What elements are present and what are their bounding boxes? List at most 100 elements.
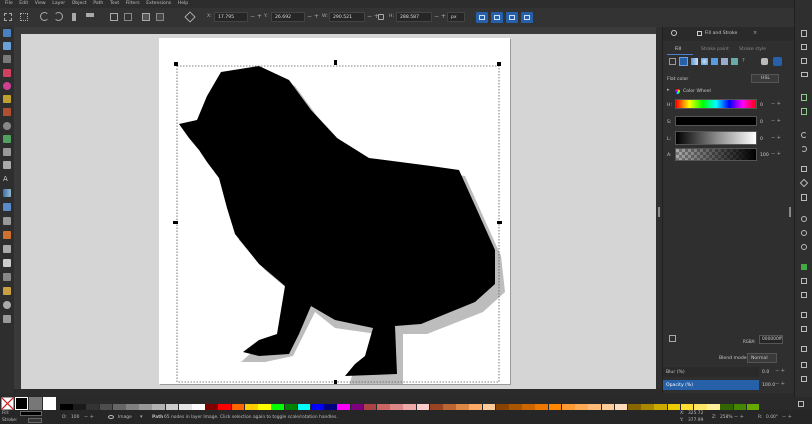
rgba-field[interactable]: 000000ff bbox=[759, 335, 783, 344]
h-field[interactable]: 288.587 bbox=[396, 12, 432, 22]
undo-icon[interactable] bbox=[801, 132, 807, 138]
print-icon[interactable] bbox=[801, 72, 808, 77]
eraser-tool-icon[interactable] bbox=[3, 259, 11, 267]
zoom-stepper[interactable]: − + bbox=[734, 414, 744, 420]
menu-extensions[interactable]: Extensions bbox=[146, 0, 171, 8]
slider-s-stepper[interactable]: − + bbox=[771, 118, 781, 124]
flip-horizontal-icon[interactable] bbox=[72, 13, 80, 21]
ungroup-icon[interactable] bbox=[801, 326, 807, 332]
paint-none-icon[interactable] bbox=[669, 58, 676, 65]
new-document-icon[interactable] bbox=[801, 30, 807, 37]
rotate-cw-icon[interactable] bbox=[54, 12, 63, 21]
color-model-select[interactable]: HSL bbox=[751, 74, 779, 83]
w-field[interactable]: 290.521 bbox=[329, 12, 365, 22]
chick-silhouette-artwork[interactable] bbox=[159, 38, 510, 384]
lower-icon[interactable] bbox=[124, 13, 132, 21]
paint-radial-gradient-icon[interactable] bbox=[701, 58, 708, 65]
group-icon[interactable] bbox=[801, 312, 807, 318]
import-icon[interactable] bbox=[801, 94, 807, 101]
y-stepper[interactable]: − + bbox=[307, 13, 319, 20]
measure-tool-icon[interactable] bbox=[3, 287, 11, 295]
copy-icon[interactable] bbox=[801, 166, 807, 172]
tab-fill[interactable]: Fill bbox=[675, 47, 681, 52]
menu-layer[interactable]: Layer bbox=[52, 0, 65, 8]
lightness-slider[interactable] bbox=[675, 131, 757, 145]
zoom-selection-icon[interactable] bbox=[801, 216, 807, 222]
dock-tab-title[interactable]: Fill and Stroke bbox=[705, 31, 737, 36]
scale-corners-button[interactable] bbox=[491, 12, 503, 23]
slider-h-stepper[interactable]: − + bbox=[771, 101, 781, 107]
slider-h-value[interactable]: 0 bbox=[760, 103, 763, 108]
hue-slider[interactable] bbox=[675, 99, 757, 109]
transform-icon[interactable] bbox=[184, 11, 196, 23]
current-layer-name[interactable]: Image bbox=[118, 415, 132, 420]
tweak-tool-icon[interactable] bbox=[3, 55, 11, 63]
paint-flat-icon[interactable] bbox=[679, 57, 688, 66]
redo-icon[interactable] bbox=[801, 146, 807, 152]
pen-tool-icon[interactable] bbox=[3, 148, 11, 156]
lower-bottom-icon[interactable] bbox=[156, 13, 164, 21]
dock-search-icon[interactable] bbox=[671, 30, 677, 36]
menu-object[interactable]: Object bbox=[72, 0, 87, 8]
color-wheel-expander-icon[interactable]: ▸ bbox=[667, 87, 670, 93]
paint-mesh-icon[interactable] bbox=[711, 58, 718, 65]
cut-icon[interactable] bbox=[799, 178, 809, 188]
star-tool-icon[interactable] bbox=[3, 95, 11, 103]
alpha-slider[interactable] bbox=[675, 148, 757, 161]
spiral-tool-icon[interactable] bbox=[3, 122, 11, 130]
zoom-value[interactable]: 258% bbox=[720, 415, 733, 420]
blur-stepper[interactable]: − + bbox=[775, 368, 785, 374]
flip-vertical-icon[interactable] bbox=[86, 13, 94, 21]
opacity-status-stepper[interactable]: − + bbox=[84, 414, 94, 420]
zoom-tool-icon[interactable] bbox=[3, 301, 11, 309]
menu-filters[interactable]: Filters bbox=[126, 0, 140, 8]
gradient-tool-icon[interactable] bbox=[3, 189, 11, 197]
unlink-clone-icon[interactable] bbox=[801, 292, 807, 298]
node-tool-icon[interactable] bbox=[3, 42, 11, 50]
slider-a-value[interactable]: 100 bbox=[760, 153, 769, 158]
menu-help[interactable]: Help bbox=[178, 0, 188, 8]
mesh-tool-icon[interactable] bbox=[3, 203, 11, 211]
menu-edit[interactable]: Edit bbox=[19, 0, 28, 8]
menu-file[interactable]: File bbox=[5, 0, 13, 8]
opacity-value[interactable]: 100.0 bbox=[762, 383, 775, 388]
y-field[interactable]: 26.692 bbox=[271, 12, 305, 22]
blur-value[interactable]: 0.0 bbox=[762, 370, 769, 375]
blend-mode-select[interactable]: Normal bbox=[747, 353, 777, 363]
connector-tool-icon[interactable] bbox=[3, 273, 11, 281]
paint-linear-gradient-icon[interactable] bbox=[691, 58, 698, 65]
slider-l-stepper[interactable]: − + bbox=[771, 135, 781, 141]
menu-view[interactable]: View bbox=[35, 0, 46, 8]
rotation-value[interactable]: 0.00° bbox=[766, 415, 778, 420]
grey-swatch[interactable] bbox=[29, 397, 42, 410]
select-same-icon[interactable] bbox=[20, 13, 28, 21]
calligraphy-tool-icon[interactable] bbox=[3, 161, 11, 169]
x-stepper[interactable]: − + bbox=[250, 13, 262, 20]
layer-visibility-icon[interactable] bbox=[108, 415, 114, 419]
select-all-icon[interactable] bbox=[4, 13, 12, 21]
align-icon[interactable] bbox=[801, 362, 807, 368]
h-stepper[interactable]: − + bbox=[434, 13, 446, 20]
slider-l-value[interactable]: 0 bbox=[760, 137, 763, 142]
3d-box-tool-icon[interactable] bbox=[3, 108, 11, 116]
move-gradients-button[interactable] bbox=[506, 12, 518, 23]
rotate-ccw-icon[interactable] bbox=[40, 12, 49, 21]
rotation-stepper[interactable]: − + bbox=[782, 414, 792, 420]
stroke-indicator-swatch[interactable] bbox=[28, 418, 42, 423]
selector-tool-icon[interactable] bbox=[3, 29, 11, 37]
ellipse-tool-icon[interactable] bbox=[3, 82, 11, 90]
x-field[interactable]: 17.795 bbox=[214, 12, 248, 22]
saturation-slider[interactable] bbox=[675, 116, 757, 126]
opacity-stepper[interactable]: − + bbox=[775, 381, 785, 387]
scrollbar-thumb[interactable] bbox=[658, 207, 660, 217]
spray-tool-icon[interactable] bbox=[3, 245, 11, 253]
menu-text[interactable]: Text bbox=[110, 0, 119, 8]
clone-icon[interactable] bbox=[801, 278, 807, 284]
white-swatch[interactable] bbox=[43, 397, 56, 410]
paint-pattern-icon[interactable] bbox=[721, 58, 728, 65]
save-document-icon[interactable] bbox=[801, 58, 807, 64]
fill-stroke-tab-icon[interactable] bbox=[697, 31, 702, 36]
picker-icon[interactable] bbox=[669, 335, 676, 342]
raise-icon[interactable] bbox=[110, 13, 118, 21]
paste-icon[interactable] bbox=[801, 194, 807, 201]
